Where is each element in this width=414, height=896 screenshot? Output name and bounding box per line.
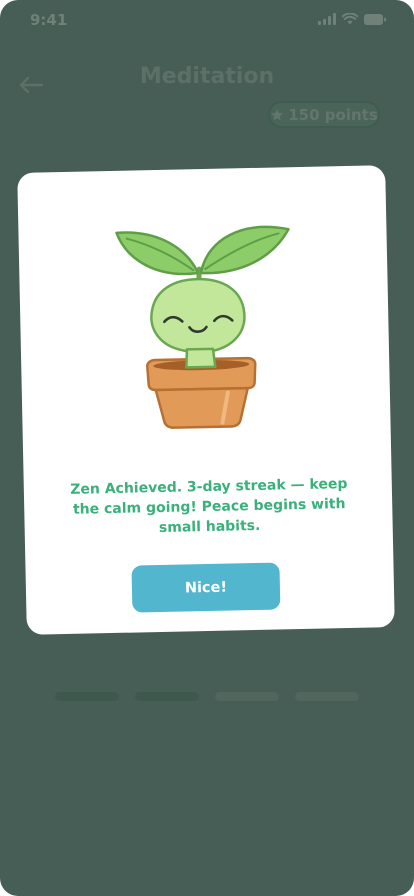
- status-bar: 9:41: [0, 0, 414, 40]
- sprout-pot-illustration: [115, 225, 290, 429]
- points-badge: 150 points: [268, 101, 380, 128]
- battery-icon: [364, 13, 386, 25]
- wifi-icon: [342, 13, 358, 25]
- progress-step-1: [55, 692, 119, 701]
- points-label: 150 points: [288, 105, 378, 124]
- progress-step-4: [295, 692, 359, 701]
- star-icon: [271, 108, 284, 120]
- app-screen: 9:41 Meditation 150 points Zen Achieved.…: [0, 0, 414, 896]
- achievement-message: Zen Achieved. 3-day streak — keep the ca…: [70, 476, 348, 537]
- progress-step-3: [215, 692, 279, 701]
- progress-indicator: [55, 692, 359, 701]
- achievement-modal: Zen Achieved. 3-day streak — keep the ca…: [17, 165, 395, 635]
- progress-step-2: [135, 692, 199, 701]
- status-time: 9:41: [30, 11, 68, 29]
- nice-button[interactable]: Nice!: [131, 562, 281, 613]
- signal-icon: [318, 13, 336, 25]
- page-title: Meditation: [139, 64, 275, 89]
- status-icons: [318, 13, 386, 25]
